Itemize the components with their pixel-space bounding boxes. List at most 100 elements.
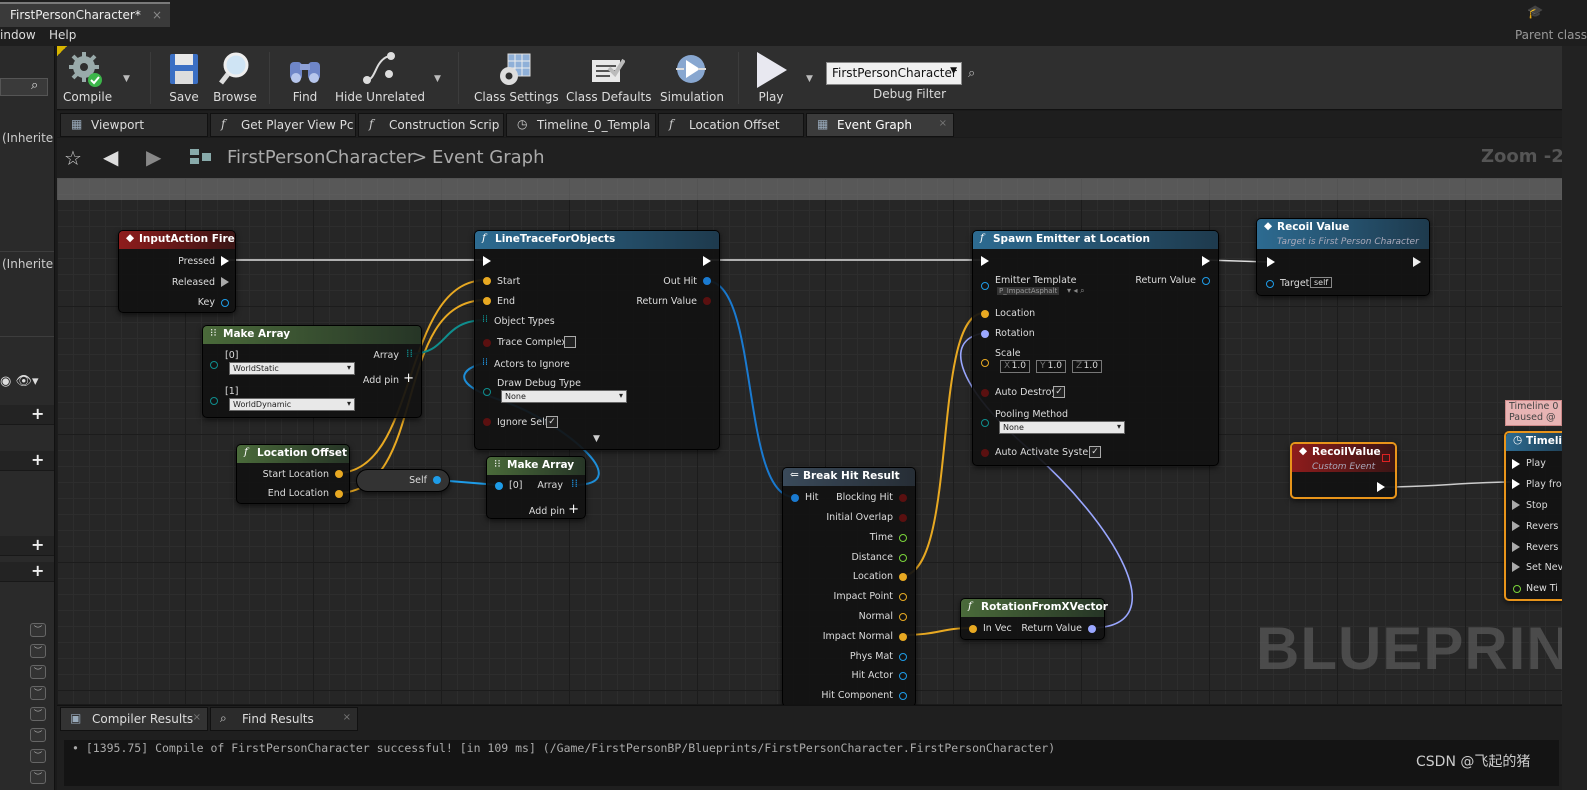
find-button[interactable]: Find [285, 50, 325, 104]
draw-debug-select[interactable]: None [501, 390, 627, 403]
chevron-down-icon[interactable]: ︶ [30, 749, 46, 763]
bool-pin[interactable] [899, 514, 907, 522]
class-defaults-button[interactable]: Class Defaults [566, 50, 651, 104]
compile-button[interactable]: Compile [63, 50, 112, 104]
class-settings-button[interactable]: Class Settings [474, 50, 559, 104]
tab-event-graph[interactable]: ▦ Event Graph × [806, 113, 954, 137]
exec-pin[interactable] [1267, 257, 1275, 267]
object-type-select-1[interactable]: WorldDynamic [229, 398, 355, 411]
bool-pin[interactable] [483, 418, 491, 426]
compile-dropdown[interactable]: ▼ [123, 74, 130, 84]
enum-pin[interactable] [483, 388, 491, 396]
array-pin-icon[interactable]: ⁞⁞ [571, 477, 578, 490]
tab-compiler-results[interactable]: ▣ Compiler Results × [60, 707, 208, 731]
hide-unrelated-button[interactable]: Hide Unrelated [335, 50, 425, 104]
object-pin[interactable] [899, 692, 907, 700]
bool-pin[interactable] [483, 339, 491, 347]
scale-x-field[interactable]: X 1.0 [1000, 360, 1030, 373]
simulation-button[interactable]: Simulation [660, 50, 724, 104]
vector-pin[interactable] [981, 310, 989, 318]
object-pin[interactable] [495, 482, 503, 490]
debug-filter-select[interactable]: FirstPersonCharacter ▼ [826, 62, 962, 85]
star-icon[interactable]: ☆ [64, 146, 82, 170]
add-icon[interactable]: + [31, 450, 44, 469]
scale-z-field[interactable]: Z 1.0 [1072, 360, 1102, 373]
exec-pin[interactable] [1377, 482, 1385, 492]
bool-pin[interactable] [981, 449, 989, 457]
close-icon[interactable]: × [193, 712, 201, 723]
close-icon[interactable]: × [152, 8, 162, 22]
vector-pin[interactable] [899, 613, 907, 621]
chevron-down-icon[interactable]: ︶ [30, 623, 46, 637]
add-icon[interactable]: + [31, 404, 44, 423]
asset-picker-icon[interactable]: ▾ ◂ ⌕ [1067, 286, 1085, 296]
tab-viewport[interactable]: ▦ Viewport [60, 113, 208, 137]
pooling-method-select[interactable]: None [999, 421, 1125, 434]
add-icon[interactable]: + [31, 561, 44, 580]
tab-get-player-view[interactable]: f Get Player View Pc [210, 113, 356, 137]
rotator-pin[interactable] [1088, 625, 1096, 633]
add-icon[interactable]: + [31, 535, 44, 554]
back-arrow-icon[interactable]: ◀ [103, 145, 118, 169]
bool-pin[interactable] [981, 389, 989, 397]
struct-pin[interactable] [791, 494, 799, 502]
vector-pin[interactable] [335, 490, 343, 498]
vector-pin[interactable] [899, 573, 907, 581]
node-recoil-value-call[interactable]: ◆ Recoil Value Target is First Person Cha… [1256, 218, 1430, 296]
vector-pin[interactable] [335, 470, 343, 478]
node-spawn-emitter-at-location[interactable]: f Spawn Emitter at Location Emitter Templ… [972, 230, 1219, 466]
tab-find-results[interactable]: ⌕ Find Results × [210, 707, 358, 731]
node-rotation-from-x-vector[interactable]: f RotationFromXVector In Vec Return Value [960, 598, 1108, 640]
tab-timeline[interactable]: ◷ Timeline_0_Templa [506, 113, 656, 137]
bool-pin[interactable] [703, 297, 711, 305]
vector-pin[interactable] [981, 359, 989, 367]
node-self[interactable]: Self [356, 469, 450, 492]
node-inputaction-fire[interactable]: ◆ InputAction Fire Pressed Released Key [118, 230, 236, 313]
object-type-select-0[interactable]: WorldStatic [229, 362, 355, 375]
enum-pin[interactable] [210, 361, 218, 369]
struct-pin[interactable] [221, 299, 229, 307]
save-button[interactable]: Save [164, 50, 204, 104]
array-pin-icon[interactable]: ⁞⁞ [482, 314, 488, 325]
enum-pin[interactable] [210, 397, 218, 405]
node-make-array-object-types[interactable]: ⁝⁝ Make Array [0] WorldStatic [1] WorldDy… [202, 325, 422, 418]
plus-icon[interactable]: + [403, 371, 414, 386]
exec-pin[interactable] [981, 256, 989, 266]
chevron-down-icon[interactable]: ︶ [30, 728, 46, 742]
exec-pin[interactable] [1413, 257, 1421, 267]
float-pin[interactable] [899, 554, 907, 562]
auto-activate-checkbox[interactable]: ✓ [1089, 446, 1101, 458]
search-icon[interactable]: ⌕ [968, 66, 975, 81]
close-icon[interactable]: × [343, 712, 351, 723]
chevron-down-icon[interactable]: ▼ [593, 434, 600, 444]
exec-pin[interactable] [1202, 256, 1210, 266]
hide-unrelated-dropdown[interactable]: ▼ [434, 74, 441, 84]
vector-pin[interactable] [899, 633, 907, 641]
close-icon[interactable]: × [939, 118, 947, 129]
ignore-self-checkbox[interactable]: ✓ [546, 416, 558, 428]
object-pin[interactable] [1266, 280, 1274, 288]
exec-pin[interactable] [1512, 459, 1520, 469]
array-pin-icon[interactable]: ⁞⁞ [482, 357, 488, 368]
play-dropdown[interactable]: ▼ [806, 74, 813, 84]
object-pin[interactable] [433, 476, 441, 484]
node-location-offset[interactable]: f Location Offset Start Location End Loca… [236, 444, 350, 504]
chevron-down-icon[interactable]: ︶ [30, 665, 46, 679]
auto-destroy-checkbox[interactable]: ✓ [1053, 386, 1065, 398]
node-make-array-actors[interactable]: ⁝⁝ Make Array [0] Array ⁞⁞ Add pin + [486, 456, 586, 519]
delegate-pin[interactable] [1382, 454, 1390, 462]
browse-button[interactable]: Browse [212, 50, 258, 104]
object-pin[interactable] [981, 282, 989, 290]
exec-pin[interactable] [1512, 500, 1520, 510]
chevron-down-icon[interactable]: ︶ [30, 644, 46, 658]
emitter-template-value[interactable]: P_ImpactAsphalt [997, 287, 1060, 295]
chevron-down-icon[interactable]: ︶ [30, 686, 46, 700]
rotator-pin[interactable] [981, 330, 989, 338]
exec-pin[interactable] [1512, 542, 1520, 552]
menu-window[interactable]: indow [0, 28, 36, 42]
vector-pin[interactable] [969, 625, 977, 633]
menu-help[interactable]: Help [49, 28, 76, 42]
tab-construction-script[interactable]: f Construction Scrip [358, 113, 504, 137]
object-pin[interactable] [1202, 277, 1210, 285]
tab-location-offset[interactable]: f Location Offset [658, 113, 804, 137]
